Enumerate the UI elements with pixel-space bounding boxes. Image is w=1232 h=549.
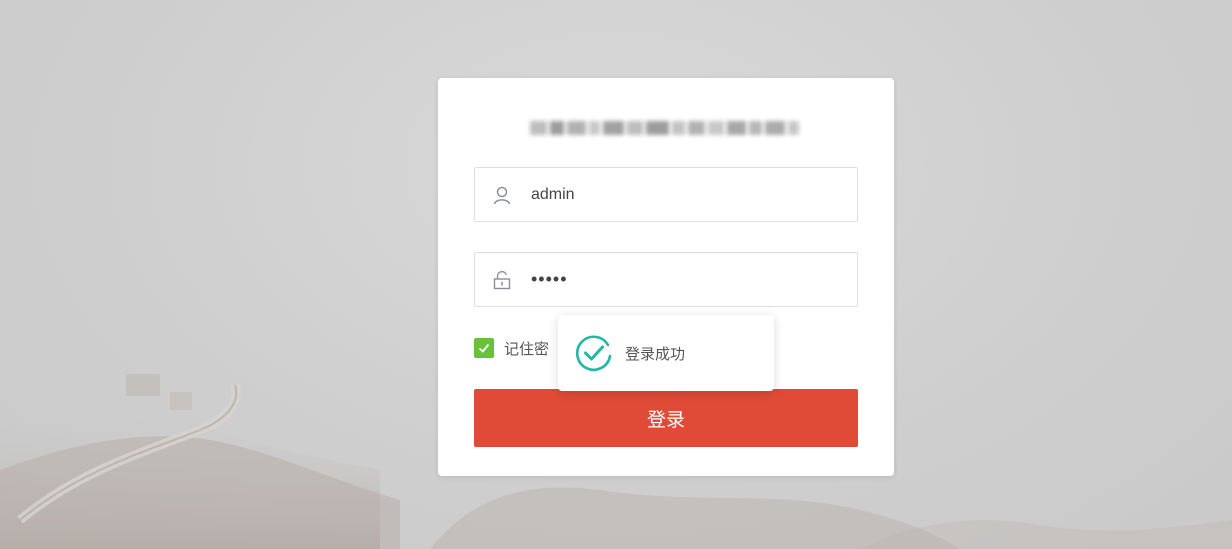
remember-label: 记住密: [504, 339, 550, 358]
password-field[interactable]: [474, 252, 858, 307]
user-icon: [491, 184, 513, 206]
remember-checkbox[interactable]: [474, 338, 494, 358]
toast-message: 登录成功: [625, 344, 686, 363]
checkmark-icon: [478, 343, 490, 353]
login-button[interactable]: 登录: [474, 389, 858, 447]
password-input[interactable]: [531, 264, 831, 295]
username-input[interactable]: [531, 179, 831, 210]
login-card: 记住密 登录: [438, 78, 894, 476]
username-field[interactable]: [474, 167, 858, 222]
success-check-icon: [575, 335, 612, 372]
remember-password[interactable]: 记住密: [474, 337, 549, 359]
success-toast: 登录成功: [558, 315, 774, 391]
login-page: 记住密 登录 登录成功: [0, 0, 1232, 549]
blurred-system-title: [530, 114, 802, 142]
lock-icon: [491, 269, 513, 291]
